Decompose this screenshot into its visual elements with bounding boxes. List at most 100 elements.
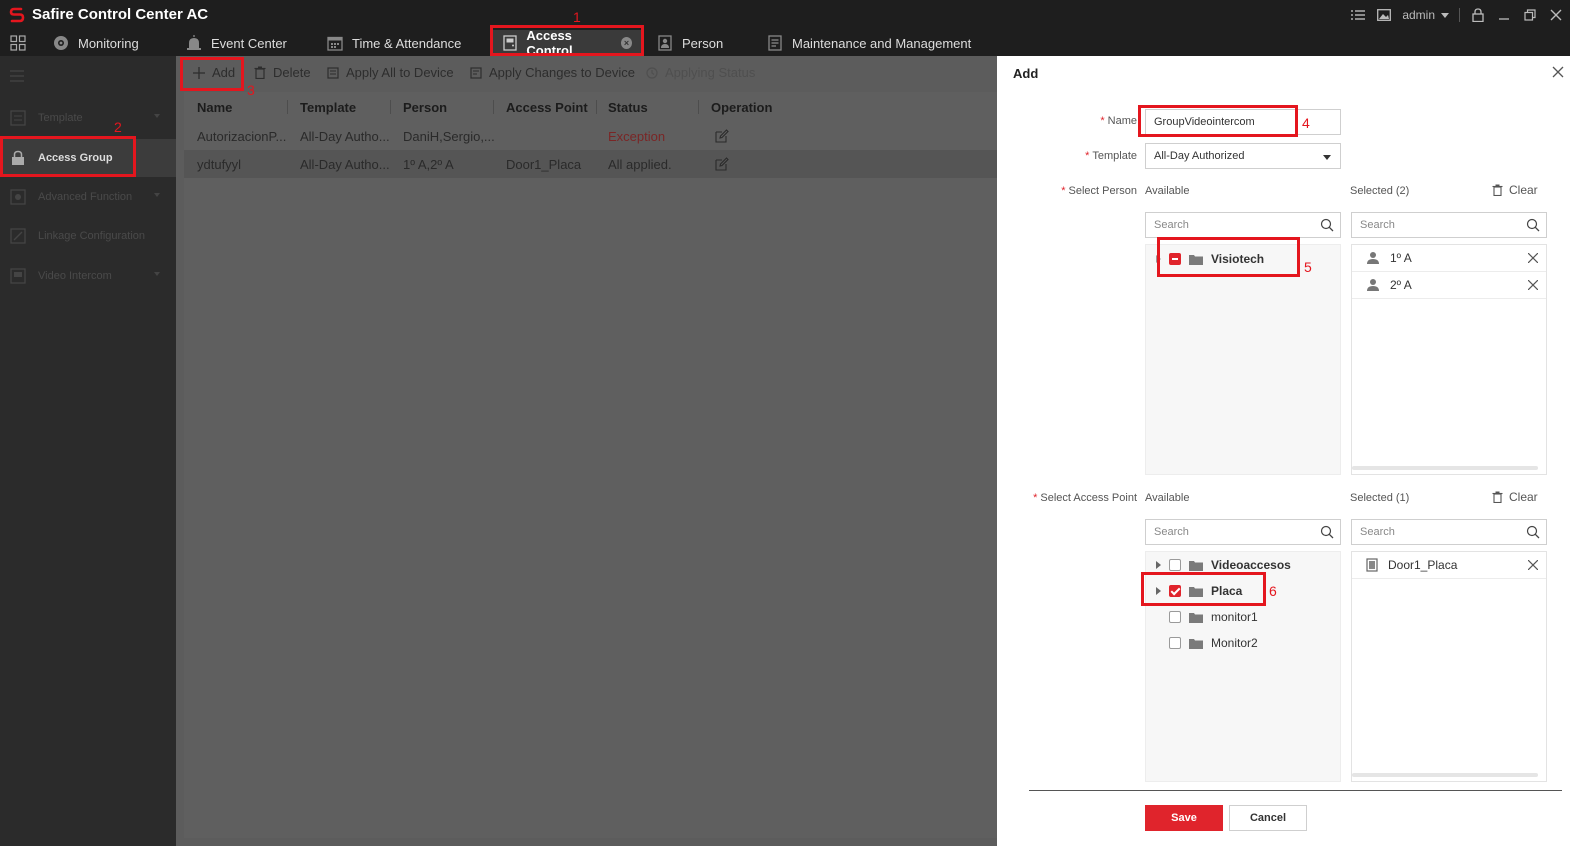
access-selected-search[interactable]: Search [1351, 519, 1547, 545]
image-icon[interactable] [1376, 7, 1392, 23]
minimize-icon[interactable] [1496, 7, 1512, 23]
apply-all-label: Apply All to Device [346, 65, 454, 80]
select-access-point-label: * Select Access Point [1033, 492, 1137, 504]
access-group-table: Name Template Person Access Point Status… [184, 92, 997, 838]
tree-node-label: Monitor2 [1211, 636, 1258, 650]
annotation-number: 2 [114, 119, 122, 135]
cell-template: All-Day Autho... [300, 129, 390, 144]
close-icon[interactable] [1548, 7, 1564, 23]
selected-access-point-label: Door1_Placa [1388, 558, 1458, 572]
cancel-button[interactable]: Cancel [1229, 805, 1307, 831]
lock-icon[interactable] [1470, 7, 1486, 23]
horizontal-scrollbar[interactable] [1352, 773, 1538, 777]
list-item[interactable]: 2º A [1352, 272, 1546, 299]
chevron-down-icon [154, 193, 160, 197]
template-select[interactable]: All-Day Authorized [1145, 143, 1341, 169]
app-title: Safire Control Center AC [32, 6, 209, 23]
clear-persons-button[interactable]: Clear [1492, 183, 1538, 197]
tab-time-attendance[interactable]: Time & Attendance [326, 30, 461, 56]
chevron-down-icon [1441, 12, 1449, 18]
title-bar: Safire Control Center AC admin [0, 0, 1570, 30]
apply-changes-label: Apply Changes to Device [489, 65, 635, 80]
save-button[interactable]: Save [1145, 805, 1223, 831]
access-available-search[interactable]: Search [1145, 519, 1341, 545]
restore-icon[interactable] [1522, 7, 1538, 23]
annotation-box [1141, 572, 1266, 606]
user-name: admin [1402, 8, 1435, 22]
video-intercom-icon [10, 268, 26, 284]
column-divider [287, 100, 288, 114]
tab-monitoring[interactable]: Monitoring [52, 30, 139, 56]
tab-label: Maintenance and Management [792, 35, 972, 51]
trash-icon [253, 66, 267, 80]
chevron-down-icon [154, 272, 160, 276]
edit-icon[interactable] [715, 129, 729, 143]
cell-person: DaniH,Sergio,... [403, 129, 495, 144]
list-item[interactable]: 1º A [1352, 245, 1546, 272]
remove-icon[interactable] [1528, 253, 1538, 263]
cell-person: 1º A,2º A [403, 157, 454, 172]
window-controls: admin [1350, 6, 1564, 24]
table-row[interactable]: AutorizacionP... All-Day Autho... DaniH,… [184, 122, 997, 150]
clear-access-points-button[interactable]: Clear [1492, 490, 1538, 504]
event-center-icon [185, 34, 203, 52]
expand-icon[interactable] [1156, 561, 1161, 569]
tab-label: Time & Attendance [352, 35, 462, 51]
remove-icon[interactable] [1528, 560, 1538, 570]
linkage-icon [10, 228, 26, 244]
tab-person[interactable]: Person [656, 30, 723, 56]
cell-access-point: Door1_Placa [506, 157, 582, 172]
menu-collapse-icon[interactable] [10, 70, 24, 82]
sidebar-item-label: Video Intercom [38, 270, 112, 282]
annotation-box [180, 57, 244, 91]
column-header[interactable]: Access Point [506, 100, 588, 115]
tab-event-center[interactable]: Event Center [185, 30, 287, 56]
close-icon[interactable] [1552, 66, 1564, 78]
remove-icon[interactable] [1528, 280, 1538, 290]
column-header[interactable]: Status [608, 100, 648, 115]
checkbox[interactable] [1169, 637, 1181, 649]
sidebar-item-template[interactable]: Template [0, 99, 176, 137]
checkbox[interactable] [1169, 559, 1181, 571]
sidebar-item-video-intercom[interactable]: Video Intercom [0, 257, 176, 295]
advanced-function-icon [10, 189, 26, 205]
tab-maintenance-management[interactable]: Maintenance and Management [766, 30, 971, 56]
edit-icon[interactable] [715, 157, 729, 171]
user-menu[interactable]: admin [1402, 8, 1449, 22]
person-selected-search[interactable]: Search [1351, 212, 1547, 238]
horizontal-scrollbar[interactable] [1352, 466, 1538, 470]
column-header[interactable]: Template [300, 100, 356, 115]
tree-node-monitor1[interactable]: monitor1 [1169, 604, 1258, 630]
cell-template: All-Day Autho... [300, 157, 390, 172]
cell-name: ydtufyyl [197, 157, 242, 172]
delete-button[interactable]: Delete [253, 65, 311, 80]
user-icon [1367, 252, 1379, 264]
app-logo-icon [9, 7, 25, 23]
sidebar-item-label: Linkage Configuration [38, 230, 146, 242]
column-header[interactable]: Person [403, 100, 447, 115]
add-access-group-panel: Add * Name GroupVideointercom * Template A… [997, 56, 1570, 846]
checkbox[interactable] [1169, 611, 1181, 623]
sidebar-item-advanced-function[interactable]: Advanced Function [0, 178, 176, 216]
table-row[interactable]: ydtufyyl All-Day Autho... 1º A,2º A Door… [184, 150, 997, 178]
grid-menu-icon[interactable] [10, 35, 26, 51]
column-header[interactable]: Operation [711, 100, 772, 115]
list-item[interactable]: Door1_Placa [1352, 552, 1546, 579]
tree-node-monitor2[interactable]: Monitor2 [1169, 630, 1258, 656]
apply-changes-button[interactable]: Apply Changes to Device [469, 65, 635, 80]
column-header[interactable]: Name [197, 100, 232, 115]
sidebar-item-linkage-configuration[interactable]: Linkage Configuration [0, 217, 176, 255]
search-icon [1526, 525, 1540, 539]
applying-status-button[interactable]: Applying Status [645, 65, 755, 80]
folder-icon [1189, 613, 1203, 623]
person-available-search[interactable]: Search [1145, 212, 1341, 238]
chevron-down-icon [154, 114, 160, 118]
available-label: Available [1145, 185, 1190, 197]
calendar-icon [326, 34, 344, 52]
maintenance-icon [766, 34, 784, 52]
annotation-number: 5 [1304, 259, 1312, 275]
module-nav-bar: Monitoring Event Center Time & Attendanc… [0, 28, 1570, 58]
apply-all-button[interactable]: Apply All to Device [326, 65, 454, 80]
person-available-list: Visiotech [1145, 244, 1341, 475]
list-icon[interactable] [1350, 7, 1366, 23]
